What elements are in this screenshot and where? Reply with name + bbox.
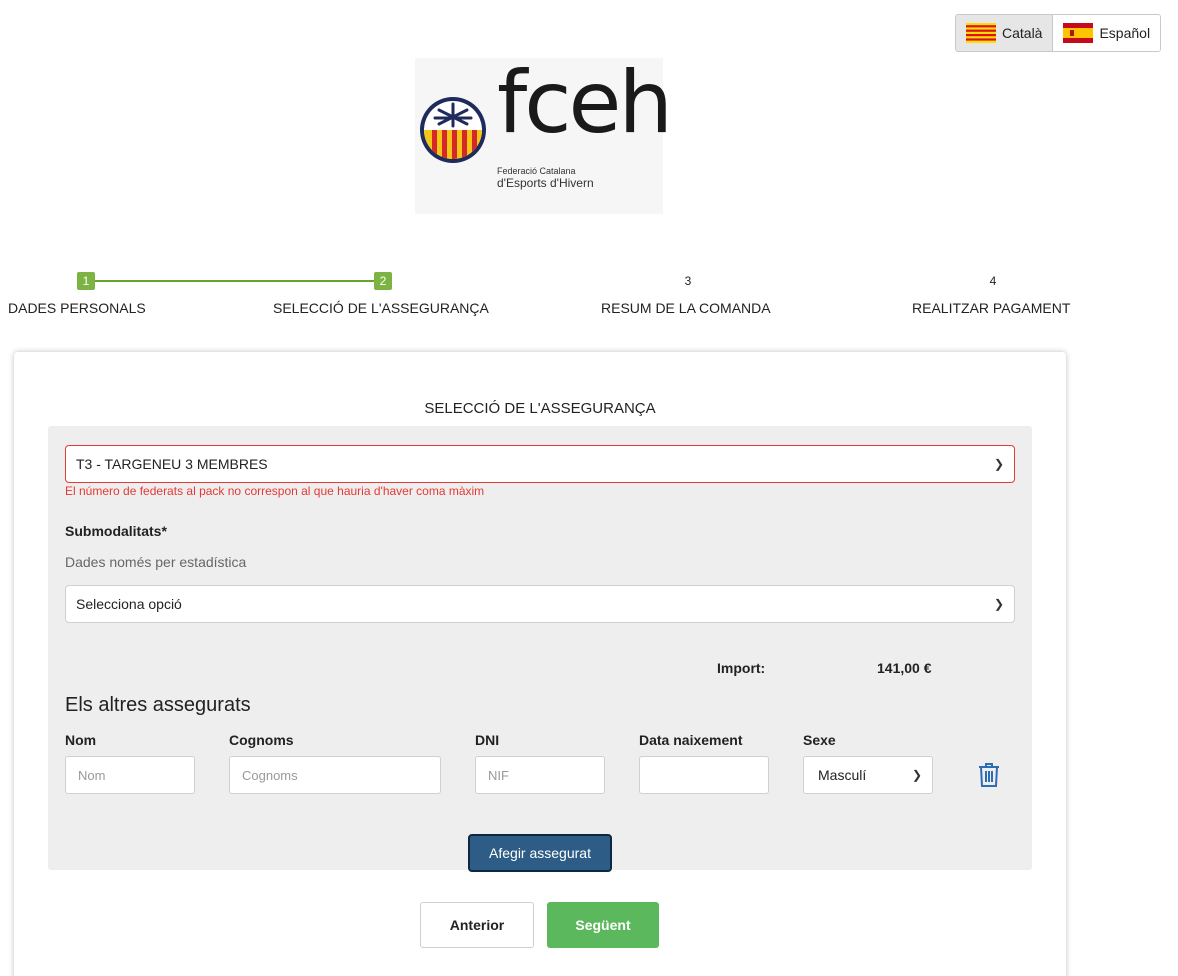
other-insured-heading: Els altres assegurats — [65, 694, 251, 716]
previous-button[interactable]: Anterior — [420, 902, 534, 948]
step-4-label: REALITZAR PAGAMENT — [912, 300, 1071, 316]
step-3-number: 3 — [684, 274, 692, 288]
step-2-number: 2 — [374, 272, 392, 290]
dni-placeholder: NIF — [488, 767, 509, 783]
submodalities-hint: Dades només per estadística — [65, 554, 247, 570]
dni-input[interactable]: NIF — [475, 756, 605, 794]
birthdate-input[interactable] — [639, 756, 769, 794]
nom-placeholder: Nom — [78, 767, 106, 783]
submodalities-select[interactable]: Selecciona opció ❯ — [65, 585, 1015, 623]
chevron-down-icon: ❯ — [993, 597, 1004, 611]
chevron-down-icon: ❯ — [911, 768, 922, 782]
spanish-flag-icon — [1063, 23, 1094, 43]
chevron-down-icon: ❯ — [993, 457, 1004, 471]
cognoms-input[interactable]: Cognoms — [229, 756, 441, 794]
fceh-logo: fceh Federació Catalana d'Esports d'Hive… — [415, 58, 673, 214]
nom-input[interactable]: Nom — [65, 756, 195, 794]
error-message: El número de federats al pack no corresp… — [65, 484, 485, 498]
catalan-flag-icon — [966, 23, 996, 43]
cognoms-placeholder: Cognoms — [242, 767, 298, 783]
language-switcher: Català Español — [955, 14, 1162, 52]
progress-stepper: 1 2 3 4 DADES PERSONALS SELECCIÓ DE L'AS… — [0, 270, 1178, 320]
sex-select[interactable]: Masculí ❯ — [803, 756, 933, 794]
column-header-data: Data naixement — [639, 732, 743, 748]
trash-icon[interactable] — [977, 762, 1001, 788]
insurance-select-value: T3 - TARGENEU 3 MEMBRES — [76, 456, 268, 472]
language-label-catala: Català — [1002, 25, 1043, 41]
add-insured-button[interactable]: Afegir assegurat — [468, 834, 612, 872]
column-header-cognoms: Cognoms — [229, 732, 294, 748]
snowflake-emblem-icon — [420, 97, 486, 163]
step-2-label: SELECCIÓ DE L'ASSEGURANÇA — [273, 300, 489, 316]
submodalities-label: Submodalitats* — [65, 523, 167, 539]
submodalities-select-value: Selecciona opció — [76, 596, 182, 612]
sex-select-value: Masculí — [818, 767, 867, 783]
language-label-espanol: Español — [1099, 25, 1151, 41]
insurance-panel: T3 - TARGENEU 3 MEMBRES ❯ El número de f… — [48, 426, 1032, 872]
language-option-catala[interactable]: Català — [956, 15, 1054, 51]
step-progress-line — [86, 280, 376, 282]
step-3-label: RESUM DE LA COMANDA — [601, 300, 771, 316]
logo-wordmark: fceh — [497, 53, 673, 153]
insurance-select[interactable]: T3 - TARGENEU 3 MEMBRES ❯ — [65, 445, 1015, 483]
column-header-nom: Nom — [65, 732, 97, 748]
language-option-espanol[interactable]: Español — [1053, 15, 1161, 51]
next-button[interactable]: Següent — [547, 902, 659, 948]
step-1-label: DADES PERSONALS — [8, 300, 146, 316]
column-header-sexe: Sexe — [803, 732, 836, 748]
step-4-number: 4 — [989, 274, 997, 288]
insurance-form-card: SELECCIÓ DE L'ASSEGURANÇA T3 - TARGENEU … — [14, 352, 1066, 976]
import-value: 141,00 € — [877, 660, 932, 676]
import-label: Import: — [717, 660, 766, 676]
step-1-number: 1 — [77, 272, 95, 290]
column-header-dni: DNI — [475, 732, 500, 748]
logo-subtitle-line2: d'Esports d'Hivern — [497, 176, 594, 190]
form-title: SELECCIÓ DE L'ASSEGURANÇA — [424, 400, 656, 417]
